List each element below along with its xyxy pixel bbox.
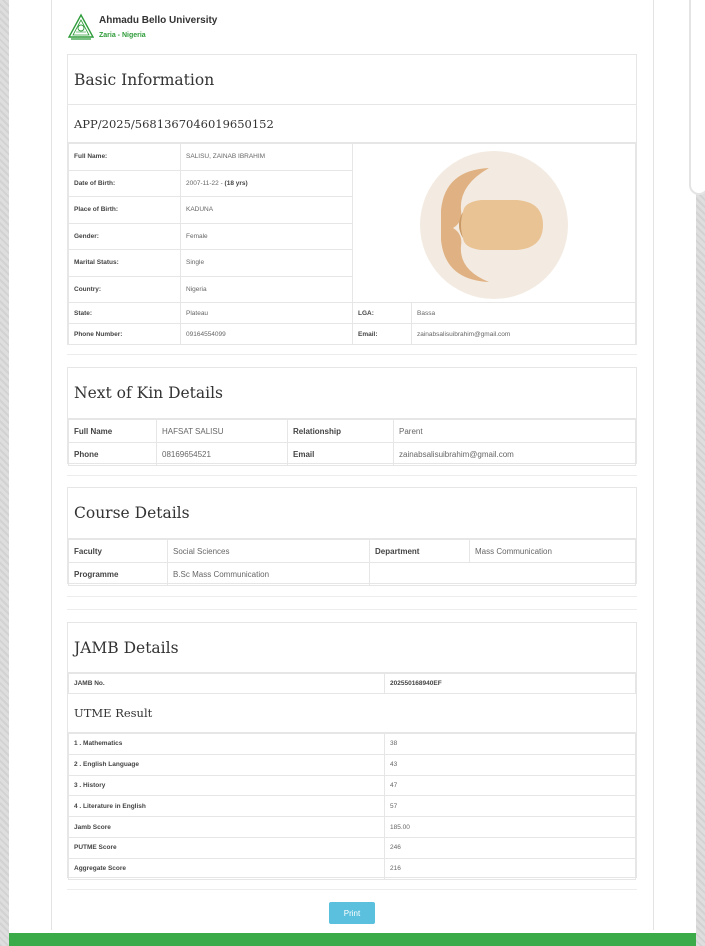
table-row: 4 . Literature in English 57 xyxy=(68,795,636,818)
department-label: Department xyxy=(369,539,470,563)
table-row: 3 . History 47 xyxy=(68,774,636,797)
jamb-no-label: JAMB No. xyxy=(68,673,385,694)
result-label: 3 . History xyxy=(68,774,385,797)
passport-photo-cell xyxy=(352,143,636,303)
abu-crest-icon xyxy=(67,13,95,40)
result-value: 38 xyxy=(384,733,636,755)
table-row: Aggregate Score 216 xyxy=(68,857,636,880)
aggregate-score-label: Aggregate Score xyxy=(68,857,385,880)
dob-value: 2007-11-22 - (18 yrs) xyxy=(180,169,353,197)
email-label: Email: xyxy=(352,323,412,345)
print-button[interactable]: Print xyxy=(329,902,375,924)
country-value: Nigeria xyxy=(180,275,353,303)
course-details-panel: Course Details Faculty Social Sciences D… xyxy=(67,487,637,586)
utme-result-title: UTME Result xyxy=(68,694,636,733)
kin-email-value: zainabsalisuibrahim@gmail.com xyxy=(393,442,636,466)
table-row: Full Name HAFSAT SALISU Relationship Par… xyxy=(68,419,636,443)
result-value: 57 xyxy=(384,795,636,818)
phone-number-label: Phone Number: xyxy=(68,323,181,345)
kin-relationship-value: Parent xyxy=(393,419,636,443)
dob-label: Date of Birth: xyxy=(68,169,181,197)
jamb-details-title: JAMB Details xyxy=(68,623,636,673)
marital-status-label: Marital Status: xyxy=(68,249,181,277)
table-row: PUTME Score 246 xyxy=(68,836,636,859)
marital-status-value: Single xyxy=(180,249,353,277)
jamb-score-label: Jamb Score xyxy=(68,816,385,838)
faculty-label: Faculty xyxy=(68,539,168,563)
empty-cell xyxy=(369,562,636,586)
kin-email-label: Email xyxy=(287,442,394,466)
kin-phone-label: Phone xyxy=(68,442,157,466)
department-value: Mass Communication xyxy=(469,539,636,563)
table-row: State: Plateau LGA: Bassa xyxy=(68,302,636,324)
table-row: Programme B.Sc Mass Communication xyxy=(68,562,636,586)
basic-information-panel: Basic Information APP/2025/5681367046019… xyxy=(67,54,637,345)
gender-label: Gender: xyxy=(68,222,181,250)
result-label: 2 . English Language xyxy=(68,753,385,776)
divider xyxy=(67,354,637,355)
divider xyxy=(67,609,637,610)
avatar-placeholder-icon xyxy=(420,150,568,299)
programme-label: Programme xyxy=(68,562,168,586)
phone-number-value: 09164554099 xyxy=(180,323,353,345)
university-location: Zaria - Nigeria xyxy=(99,31,146,39)
result-value: 47 xyxy=(384,774,636,797)
next-of-kin-title: Next of Kin Details xyxy=(68,368,636,419)
table-row: Faculty Social Sciences Department Mass … xyxy=(68,539,636,563)
country-label: Country: xyxy=(68,275,181,303)
university-name: Ahmadu Bello University xyxy=(99,14,218,26)
divider xyxy=(67,889,637,890)
next-of-kin-panel: Next of Kin Details Full Name HAFSAT SAL… xyxy=(67,367,637,466)
putme-score-label: PUTME Score xyxy=(68,836,385,859)
divider xyxy=(67,475,637,476)
result-label: 1 . Mathematics xyxy=(68,733,385,755)
age-badge: (18 yrs) xyxy=(224,179,248,187)
lga-label: LGA: xyxy=(352,302,412,324)
table-row: JAMB No. 202550168940EF xyxy=(68,673,636,694)
kin-phone-value: 08169654521 xyxy=(156,442,288,466)
programme-value: B.Sc Mass Communication xyxy=(167,562,370,586)
table-row: Phone Number: 09164554099 Email: zainabs… xyxy=(68,323,636,345)
state-value: Plateau xyxy=(180,302,353,324)
kin-relationship-label: Relationship xyxy=(287,419,394,443)
place-of-birth-value: KADUNA xyxy=(180,196,353,224)
place-of-birth-label: Place of Birth: xyxy=(68,196,181,224)
table-row: Phone 08169654521 Email zainabsalisuibra… xyxy=(68,442,636,466)
full-name-label: Full Name: xyxy=(68,143,181,171)
faculty-value: Social Sciences xyxy=(167,539,370,563)
jamb-score-value: 185.00 xyxy=(384,816,636,838)
result-value: 43 xyxy=(384,753,636,776)
course-details-title: Course Details xyxy=(68,488,636,539)
table-row: Jamb Score 185.00 xyxy=(68,816,636,838)
gender-value: Female xyxy=(180,222,353,250)
footer-bar xyxy=(9,933,696,946)
putme-score-value: 246 xyxy=(384,836,636,859)
jamb-details-panel: JAMB Details JAMB No. 202550168940EF UTM… xyxy=(67,622,637,880)
email-value: zainabsalisuibrahim@gmail.com xyxy=(411,323,636,345)
result-label: 4 . Literature in English xyxy=(68,795,385,818)
application-number: APP/2025/5681367046019650152 xyxy=(68,105,636,143)
dob-date: 2007-11-22 - xyxy=(186,179,225,187)
full-name-value: SALISU, ZAINAB IBRAHIM xyxy=(180,143,353,171)
jamb-no-value: 202550168940EF xyxy=(384,673,636,694)
state-label: State: xyxy=(68,302,181,324)
table-row: Full Name: SALISU, ZAINAB IBRAHIM xyxy=(68,143,636,303)
side-scroll-handle[interactable] xyxy=(689,0,705,195)
divider xyxy=(67,596,637,597)
basic-information-title: Basic Information xyxy=(68,55,636,105)
kin-full-name-value: HAFSAT SALISU xyxy=(156,419,288,443)
kin-full-name-label: Full Name xyxy=(68,419,157,443)
lga-value: Bassa xyxy=(411,302,636,324)
university-logo: Ahmadu Bello University Zaria - Nigeria xyxy=(67,13,217,41)
table-row: 2 . English Language 43 xyxy=(68,753,636,776)
table-row: 1 . Mathematics 38 xyxy=(68,733,636,755)
aggregate-score-value: 216 xyxy=(384,857,636,880)
